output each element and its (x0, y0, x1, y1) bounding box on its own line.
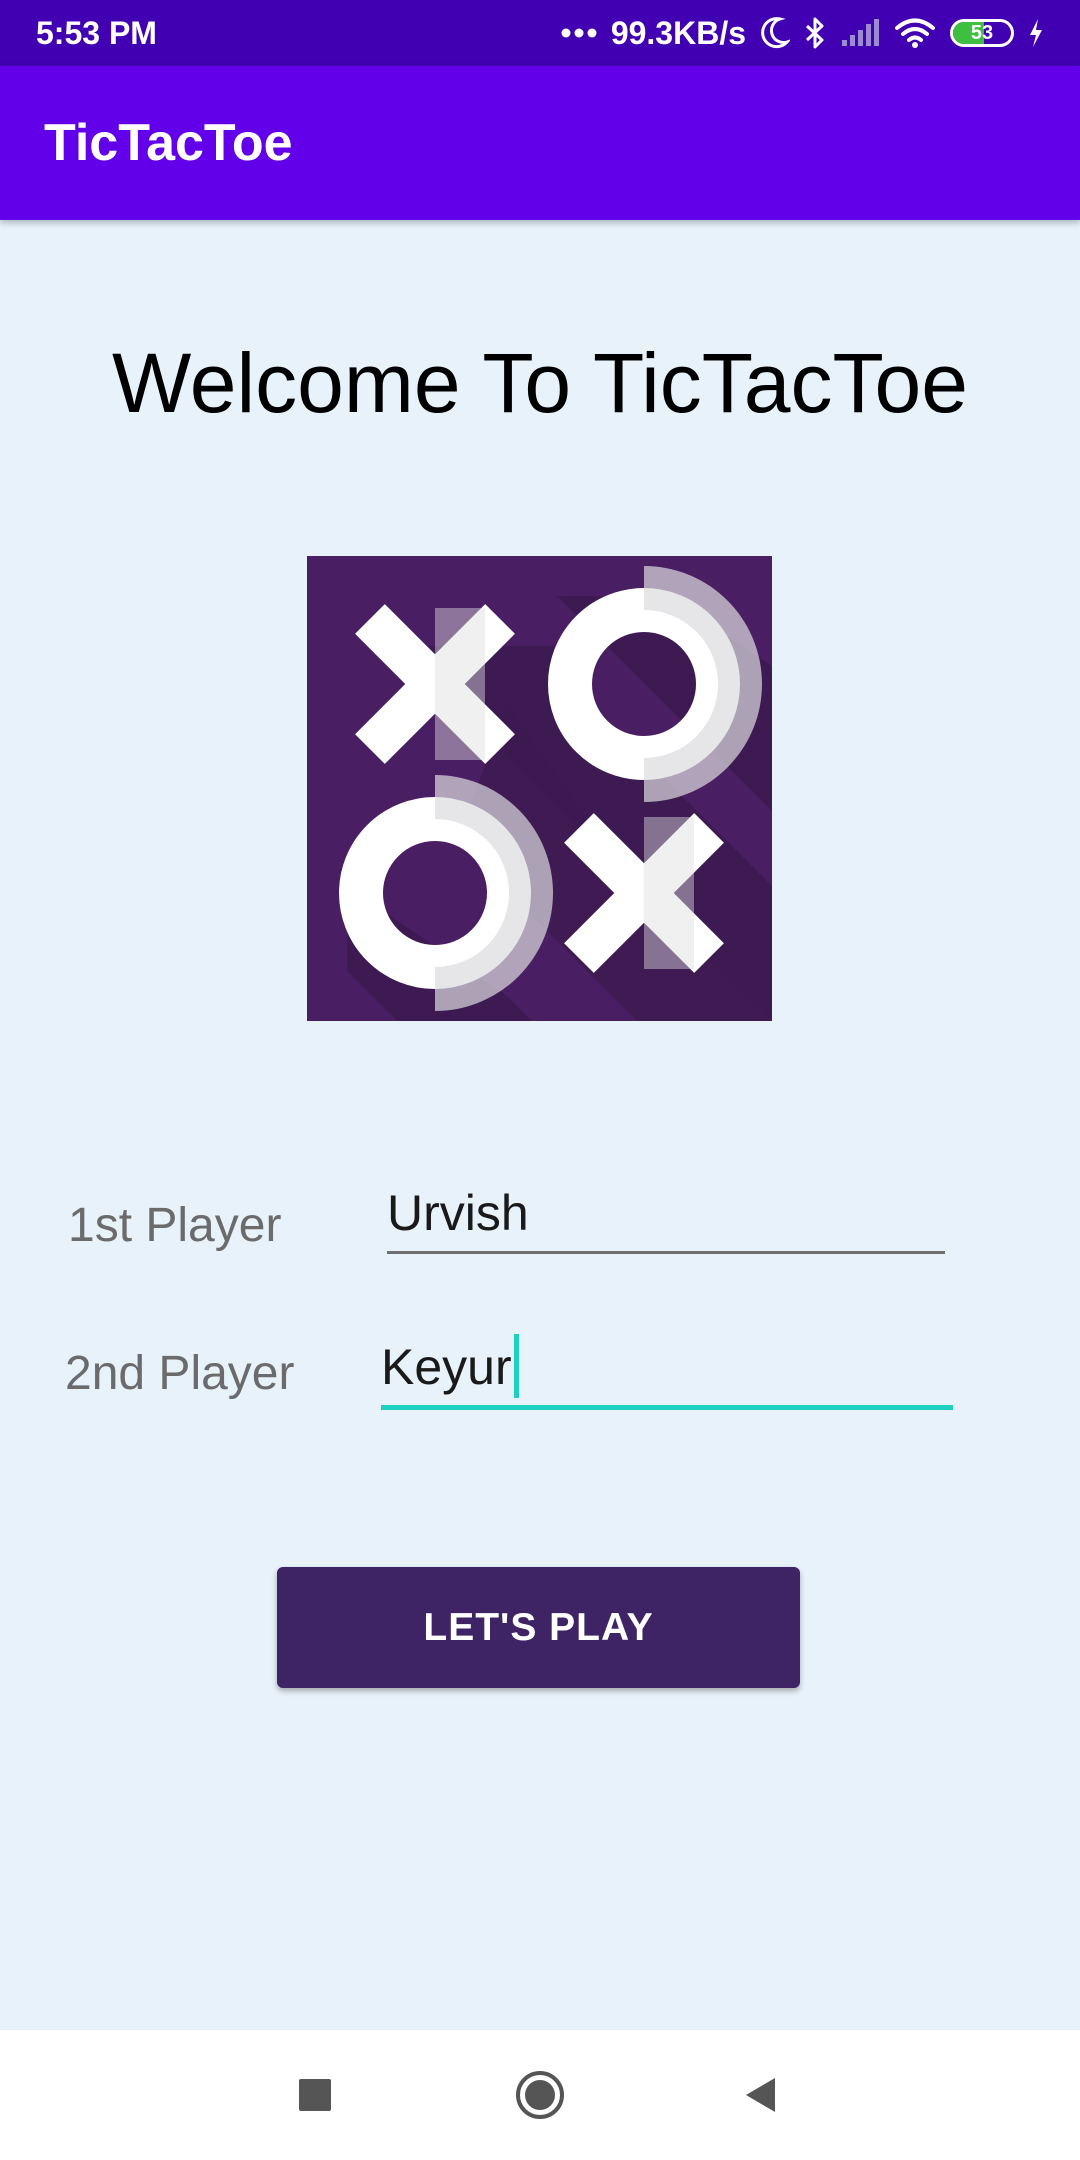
player2-name-field[interactable]: Keyur (381, 1326, 953, 1410)
app-title: TicTacToe (44, 114, 293, 172)
bluetooth-icon (804, 16, 826, 50)
back-icon (746, 2078, 775, 2112)
text-cursor (513, 1333, 519, 1398)
home-button[interactable] (480, 2030, 600, 2160)
status-time: 5:53 PM (36, 14, 157, 51)
player2-label: 2nd Player (65, 1347, 295, 1400)
tictactoe-logo-icon (307, 556, 772, 1021)
lets-play-button[interactable]: LET'S PLAY (277, 1567, 800, 1688)
status-bar: 5:53 PM 99.3KB/s 53 (0, 0, 1080, 66)
wifi-icon (894, 17, 936, 49)
navigation-bar (0, 2030, 1080, 2160)
charging-icon (1028, 18, 1044, 48)
recents-button[interactable] (255, 2030, 375, 2160)
more-dots-icon (561, 27, 597, 39)
recents-icon (299, 2079, 331, 2111)
back-button[interactable] (700, 2030, 820, 2160)
home-icon (516, 2071, 564, 2119)
status-icons: 99.3KB/s 53 (561, 15, 1044, 52)
battery-percent: 53 (970, 21, 994, 44)
player1-label: 1st Player (68, 1199, 282, 1252)
screen: 5:53 PM 99.3KB/s 53 TicTacToe Welcome To… (0, 0, 1080, 2160)
signal-icon (840, 18, 880, 48)
moon-icon (760, 16, 790, 50)
player1-name-value: Urvish (387, 1185, 529, 1241)
app-bar: TicTacToe (0, 66, 1080, 220)
welcome-heading: Welcome To TicTacToe (112, 336, 968, 430)
player1-name-field[interactable]: Urvish (387, 1176, 945, 1254)
net-speed: 99.3KB/s (610, 14, 746, 51)
player2-name-value: Keyur (381, 1339, 512, 1395)
battery-icon: 53 (950, 19, 1014, 47)
